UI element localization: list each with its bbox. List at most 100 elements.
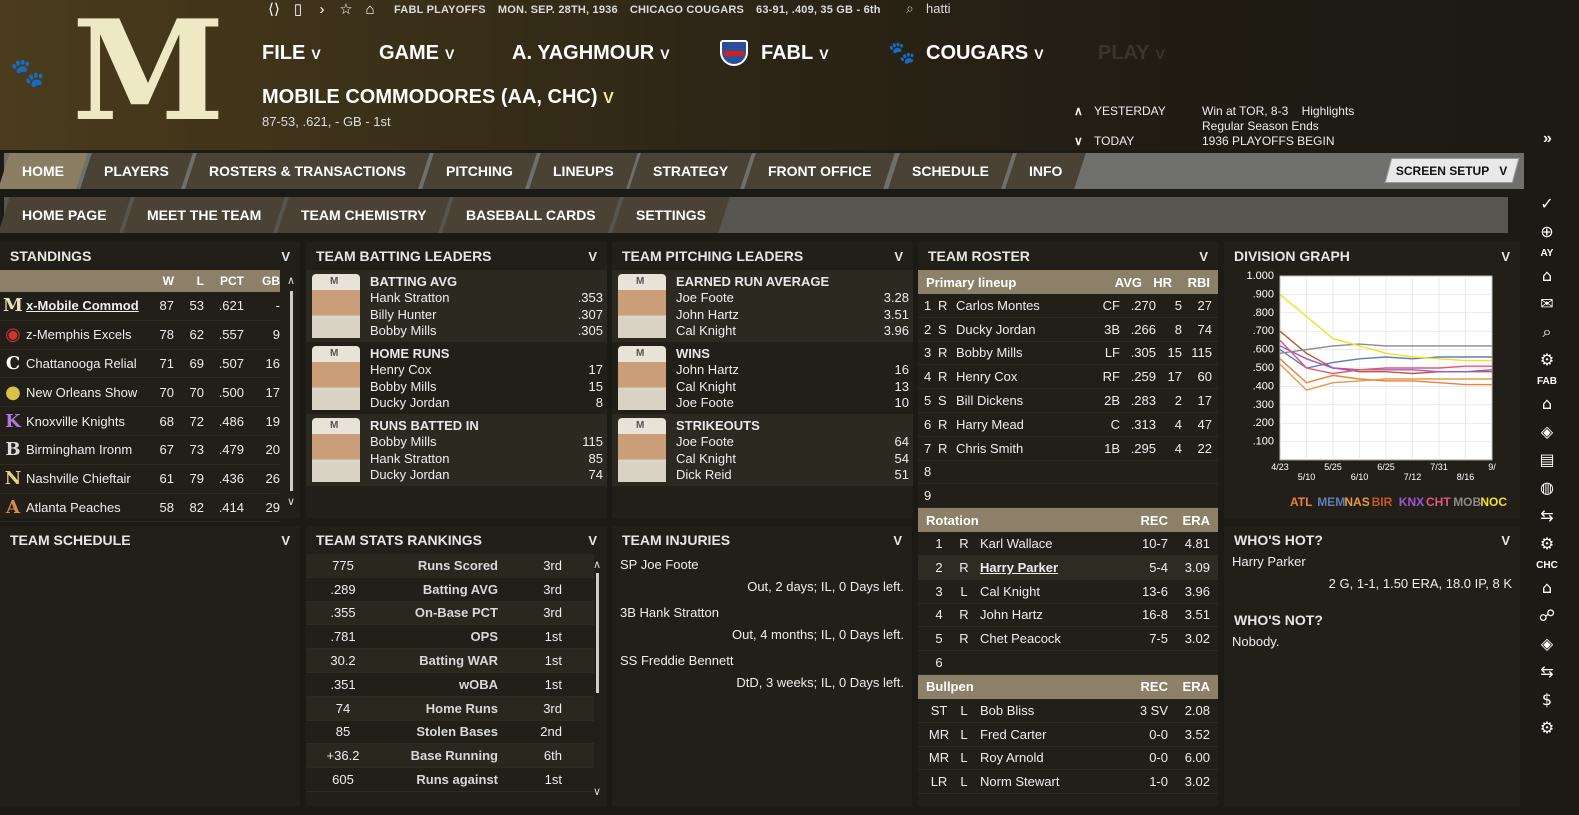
ranking-row[interactable]: 605 Runs against 1st: [306, 768, 594, 792]
standings-row[interactable]: ● New Orleans Show 70 70 .500 17: [0, 378, 280, 408]
subtab-settings[interactable]: SETTINGS: [612, 197, 730, 233]
lineup-row[interactable]: 5 S Bill Dickens 2B .283 2 17: [918, 389, 1218, 413]
menu-play[interactable]: PLAY V: [1098, 42, 1165, 65]
subtab-meet-the-team[interactable]: MEET THE TEAM: [122, 197, 285, 233]
players-icon[interactable]: ☍: [1532, 602, 1562, 630]
menu-file[interactable]: FILE V: [262, 42, 321, 65]
standings-scrollbar[interactable]: ∧ ∨: [286, 274, 296, 514]
yesterday-result[interactable]: Win at TOR, 8-3: [1202, 104, 1288, 119]
team-title[interactable]: MOBILE COMMODORES (AA, CHC) V: [262, 86, 614, 109]
device-icon[interactable]: ▯: [286, 0, 310, 20]
standings-row[interactable]: N Nashville Chieftair 61 79 .436 26: [0, 465, 280, 494]
tab-home[interactable]: HOME: [0, 153, 88, 189]
search-icon[interactable]: ⌕: [1532, 318, 1562, 346]
rotation-row[interactable]: 2 R Harry Parker 5-4 3.09: [918, 555, 1218, 580]
chevron-down-icon[interactable]: V: [1199, 249, 1208, 264]
pitcher-name[interactable]: Norm Stewart: [974, 774, 1124, 789]
pitcher-name[interactable]: Roy Arnold: [974, 750, 1124, 765]
bullpen-row[interactable]: LR L Norm Stewart 1-0 3.02: [918, 770, 1218, 795]
tab-players[interactable]: PLAYERS: [80, 153, 193, 189]
leader-name[interactable]: Billy Hunter: [370, 307, 436, 324]
leader-name[interactable]: Cal Knight: [676, 379, 736, 396]
tab-info[interactable]: INFO: [1005, 153, 1087, 189]
chevron-down-icon[interactable]: V: [893, 533, 902, 548]
pitcher-name[interactable]: Cal Knight: [974, 584, 1124, 599]
player-name[interactable]: Ducky Jordan: [952, 322, 1092, 337]
injured-player[interactable]: SS Freddie Bennett: [612, 650, 912, 672]
menu-manager[interactable]: A. YAGHMOUR V: [512, 42, 670, 65]
chevron-down-icon[interactable]: V: [281, 533, 290, 548]
standings-row[interactable]: A Atlanta Peaches 58 82 .414 29: [0, 494, 280, 523]
lineup-row[interactable]: 1 R Carlos Montes CF .270 5 27: [918, 294, 1218, 318]
chevron-down-icon[interactable]: V: [588, 249, 597, 264]
col-gb[interactable]: GB: [244, 274, 280, 288]
ranking-row[interactable]: 74 Home Runs 3rd: [306, 696, 594, 721]
leader-name[interactable]: Ducky Jordan: [370, 467, 449, 484]
highlights-link[interactable]: Highlights: [1302, 104, 1355, 119]
rotation-row[interactable]: 1 R Karl Wallace 10-7 4.81: [918, 532, 1218, 556]
gear-icon[interactable]: ⚙: [1532, 346, 1562, 374]
ranking-row[interactable]: 30.2 Batting WAR 1st: [306, 649, 594, 673]
pitcher-name[interactable]: John Hartz: [974, 607, 1124, 622]
pitcher-name[interactable]: Chet Peacock: [974, 631, 1124, 646]
col-w[interactable]: W: [144, 274, 174, 288]
chevron-down-icon[interactable]: V: [1501, 533, 1510, 548]
col-l[interactable]: L: [174, 274, 204, 288]
rotation-row[interactable]: 6: [918, 651, 1218, 675]
chevron-down-icon[interactable]: V: [588, 533, 597, 548]
leader-name[interactable]: Joe Foote: [676, 434, 734, 451]
baseball-icon[interactable]: ◍: [1532, 474, 1562, 502]
leader-name[interactable]: Bobby Mills: [370, 379, 436, 396]
hot-player[interactable]: Harry Parker: [1224, 554, 1520, 576]
tab-front-office[interactable]: FRONT OFFICE: [744, 153, 896, 189]
tab-strategy[interactable]: STRATEGY: [629, 153, 753, 189]
pitcher-name[interactable]: Fred Carter: [974, 727, 1124, 742]
transfer-icon[interactable]: ⇆: [1532, 502, 1562, 530]
menu-game[interactable]: GAME V: [379, 42, 454, 65]
rotation-row[interactable]: 3 L Cal Knight 13-6 3.96: [918, 580, 1218, 604]
bullpen-row[interactable]: MR L Roy Arnold 0-0 6.00: [918, 747, 1218, 771]
search-input[interactable]: [926, 0, 1026, 16]
team-name[interactable]: Nashville Chieftair: [26, 471, 144, 486]
home-icon[interactable]: ⌂: [358, 0, 382, 20]
ranking-row[interactable]: 85 Stolen Bases 2nd: [306, 721, 594, 745]
lineup-row[interactable]: 7 R Chris Smith 1B .295 4 22: [918, 437, 1218, 461]
standings-row[interactable]: Mx-Mobile Commod 87 53 .621 -: [0, 292, 280, 321]
col-pct[interactable]: PCT: [204, 274, 244, 288]
ranking-row[interactable]: .355 On-Base PCT 3rd: [306, 601, 594, 626]
gear-icon[interactable]: ⚙: [1532, 714, 1562, 742]
chevron-down-icon[interactable]: V: [894, 249, 903, 264]
leader-name[interactable]: Ducky Jordan: [370, 395, 449, 412]
subtab-team-chemistry[interactable]: TEAM CHEMISTRY: [277, 197, 451, 233]
menu-fabl[interactable]: FABL V: [761, 42, 829, 65]
team-name[interactable]: Birmingham Ironm: [26, 442, 144, 457]
lineup-row[interactable]: 3 R Bobby Mills LF .305 15 115: [918, 342, 1218, 366]
leader-name[interactable]: Hank Stratton: [370, 451, 450, 468]
team-name[interactable]: x-Mobile Commod: [26, 298, 144, 313]
rotation-row[interactable]: 5 R Chet Peacock 7-5 3.02: [918, 627, 1218, 652]
leader-name[interactable]: Bobby Mills: [370, 434, 436, 451]
screen-setup-button[interactable]: SCREEN SETUP V: [1384, 158, 1520, 183]
globe-icon[interactable]: ⊕: [1532, 218, 1562, 246]
ranking-row[interactable]: 775 Runs Scored 3rd: [306, 554, 594, 578]
chevron-down-icon[interactable]: V: [281, 249, 290, 264]
pitcher-name[interactable]: Bob Bliss: [974, 703, 1124, 718]
menu-cougars[interactable]: COUGARS V: [926, 42, 1044, 65]
leader-name[interactable]: Bobby Mills: [370, 323, 436, 340]
home-icon[interactable]: ⌂: [1532, 390, 1562, 418]
player-name[interactable]: Carlos Montes: [952, 298, 1092, 313]
tab-lineups[interactable]: LINEUPS: [528, 153, 638, 189]
expand-right-icon[interactable]: »: [1543, 130, 1552, 148]
injured-player[interactable]: 3B Hank Stratton: [612, 602, 912, 624]
up-arrow-icon[interactable]: ∧: [1074, 104, 1094, 119]
team-name[interactable]: Atlanta Peaches: [26, 500, 144, 515]
player-name[interactable]: Harry Mead: [952, 417, 1092, 432]
tab-rosters-transactions[interactable]: ROSTERS & TRANSACTIONS: [184, 153, 430, 189]
ranking-row[interactable]: .781 OPS 1st: [306, 625, 594, 650]
lineup-row[interactable]: 9: [918, 484, 1218, 509]
standings-row[interactable]: ◉ z-Memphis Excels 78 62 .557 9: [0, 321, 280, 350]
team-name[interactable]: Knoxville Knights: [26, 414, 144, 429]
leader-name[interactable]: Hank Stratton: [370, 290, 450, 307]
lineup-row[interactable]: 2 S Ducky Jordan 3B .266 8 74: [918, 318, 1218, 342]
lineup-row[interactable]: 8: [918, 461, 1218, 485]
